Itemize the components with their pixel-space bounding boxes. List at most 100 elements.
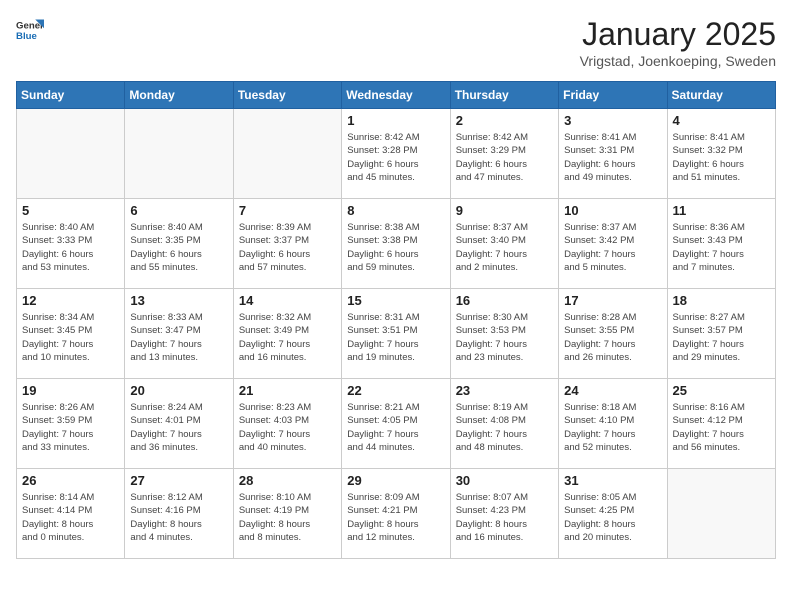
day-info: Sunrise: 8:42 AM Sunset: 3:28 PM Dayligh… [347,131,444,184]
day-number: 5 [22,203,119,218]
calendar-cell: 6 Sunrise: 8:40 AM Sunset: 3:35 PM Daylig… [125,199,233,289]
calendar-cell: 10Sunrise: 8:37 AM Sunset: 3:42 PM Dayli… [559,199,667,289]
day-number: 8 [347,203,444,218]
day-number: 19 [22,383,119,398]
day-number: 21 [239,383,336,398]
day-number: 28 [239,473,336,488]
calendar-cell [17,109,125,199]
weekday-header-saturday: Saturday [667,82,775,109]
calendar-cell: 14 Sunrise: 8:32 AM Sunset: 3:49 PM Dayli… [233,289,341,379]
day-info: Sunrise: 8:05 AM Sunset: 4:25 PM Dayligh… [564,491,661,544]
weekday-header-monday: Monday [125,82,233,109]
day-info: Sunrise: 8:34 AM Sunset: 3:45 PM Dayligh… [22,311,119,364]
day-number: 25 [673,383,770,398]
weekday-header-thursday: Thursday [450,82,558,109]
day-number: 9 [456,203,553,218]
day-number: 14 [239,293,336,308]
calendar-cell [667,469,775,559]
calendar-cell: 1 Sunrise: 8:42 AM Sunset: 3:28 PM Daylig… [342,109,450,199]
calendar-cell: 5Sunrise: 8:40 AM Sunset: 3:33 PM Daylig… [17,199,125,289]
day-number: 29 [347,473,444,488]
day-info: Sunrise: 8:28 AM Sunset: 3:55 PM Dayligh… [564,311,661,364]
day-number: 12 [22,293,119,308]
calendar-cell: 7Sunrise: 8:39 AM Sunset: 3:37 PM Daylig… [233,199,341,289]
week-row-2: 5Sunrise: 8:40 AM Sunset: 3:33 PM Daylig… [17,199,776,289]
day-number: 26 [22,473,119,488]
calendar-cell: 16Sunrise: 8:30 AM Sunset: 3:53 PM Dayli… [450,289,558,379]
day-info: Sunrise: 8:07 AM Sunset: 4:23 PM Dayligh… [456,491,553,544]
day-info: Sunrise: 8:16 AM Sunset: 4:12 PM Dayligh… [673,401,770,454]
calendar-cell: 4 Sunrise: 8:41 AM Sunset: 3:32 PM Daylig… [667,109,775,199]
calendar-cell: 2 Sunrise: 8:42 AM Sunset: 3:29 PM Daylig… [450,109,558,199]
calendar-table: SundayMondayTuesdayWednesdayThursdayFrid… [16,81,776,559]
calendar-cell: 23 Sunrise: 8:19 AM Sunset: 4:08 PM Dayli… [450,379,558,469]
calendar-cell: 11 Sunrise: 8:36 AM Sunset: 3:43 PM Dayli… [667,199,775,289]
day-number: 6 [130,203,227,218]
day-number: 15 [347,293,444,308]
page-header: General Blue January 2025 Vrigstad, Joen… [16,16,776,69]
week-row-3: 12 Sunrise: 8:34 AM Sunset: 3:45 PM Dayli… [17,289,776,379]
calendar-cell: 9 Sunrise: 8:37 AM Sunset: 3:40 PM Daylig… [450,199,558,289]
day-number: 10 [564,203,661,218]
day-info: Sunrise: 8:42 AM Sunset: 3:29 PM Dayligh… [456,131,553,184]
calendar-cell: 22 Sunrise: 8:21 AM Sunset: 4:05 PM Dayli… [342,379,450,469]
day-number: 24 [564,383,661,398]
day-info: Sunrise: 8:12 AM Sunset: 4:16 PM Dayligh… [130,491,227,544]
calendar-cell: 26Sunrise: 8:14 AM Sunset: 4:14 PM Dayli… [17,469,125,559]
day-info: Sunrise: 8:36 AM Sunset: 3:43 PM Dayligh… [673,221,770,274]
calendar-cell: 17 Sunrise: 8:28 AM Sunset: 3:55 PM Dayli… [559,289,667,379]
calendar-cell: 25 Sunrise: 8:16 AM Sunset: 4:12 PM Dayli… [667,379,775,469]
day-info: Sunrise: 8:40 AM Sunset: 3:35 PM Dayligh… [130,221,227,274]
day-number: 16 [456,293,553,308]
day-number: 31 [564,473,661,488]
day-number: 4 [673,113,770,128]
day-info: Sunrise: 8:09 AM Sunset: 4:21 PM Dayligh… [347,491,444,544]
week-row-1: 1 Sunrise: 8:42 AM Sunset: 3:28 PM Daylig… [17,109,776,199]
logo: General Blue [16,16,44,44]
day-number: 20 [130,383,227,398]
calendar-cell: 29 Sunrise: 8:09 AM Sunset: 4:21 PM Dayli… [342,469,450,559]
day-number: 7 [239,203,336,218]
day-info: Sunrise: 8:37 AM Sunset: 3:40 PM Dayligh… [456,221,553,274]
day-info: Sunrise: 8:24 AM Sunset: 4:01 PM Dayligh… [130,401,227,454]
calendar-cell: 19Sunrise: 8:26 AM Sunset: 3:59 PM Dayli… [17,379,125,469]
location-title: Vrigstad, Joenkoeping, Sweden [580,53,776,69]
weekday-header-row: SundayMondayTuesdayWednesdayThursdayFrid… [17,82,776,109]
day-number: 30 [456,473,553,488]
day-number: 2 [456,113,553,128]
weekday-header-friday: Friday [559,82,667,109]
calendar-cell: 12 Sunrise: 8:34 AM Sunset: 3:45 PM Dayli… [17,289,125,379]
calendar-cell: 31 Sunrise: 8:05 AM Sunset: 4:25 PM Dayli… [559,469,667,559]
week-row-4: 19Sunrise: 8:26 AM Sunset: 3:59 PM Dayli… [17,379,776,469]
calendar-cell: 18Sunrise: 8:27 AM Sunset: 3:57 PM Dayli… [667,289,775,379]
calendar-cell [125,109,233,199]
weekday-header-tuesday: Tuesday [233,82,341,109]
day-info: Sunrise: 8:41 AM Sunset: 3:32 PM Dayligh… [673,131,770,184]
month-title: January 2025 [580,16,776,53]
day-number: 13 [130,293,227,308]
day-number: 27 [130,473,227,488]
day-info: Sunrise: 8:19 AM Sunset: 4:08 PM Dayligh… [456,401,553,454]
day-info: Sunrise: 8:18 AM Sunset: 4:10 PM Dayligh… [564,401,661,454]
day-number: 11 [673,203,770,218]
day-number: 1 [347,113,444,128]
day-info: Sunrise: 8:33 AM Sunset: 3:47 PM Dayligh… [130,311,227,364]
day-info: Sunrise: 8:10 AM Sunset: 4:19 PM Dayligh… [239,491,336,544]
day-number: 3 [564,113,661,128]
weekday-header-sunday: Sunday [17,82,125,109]
day-info: Sunrise: 8:21 AM Sunset: 4:05 PM Dayligh… [347,401,444,454]
day-number: 17 [564,293,661,308]
day-info: Sunrise: 8:32 AM Sunset: 3:49 PM Dayligh… [239,311,336,364]
day-number: 22 [347,383,444,398]
calendar-cell: 8Sunrise: 8:38 AM Sunset: 3:38 PM Daylig… [342,199,450,289]
title-block: January 2025 Vrigstad, Joenkoeping, Swed… [580,16,776,69]
calendar-cell: 15 Sunrise: 8:31 AM Sunset: 3:51 PM Dayli… [342,289,450,379]
calendar-cell: 30 Sunrise: 8:07 AM Sunset: 4:23 PM Dayli… [450,469,558,559]
calendar-cell: 24 Sunrise: 8:18 AM Sunset: 4:10 PM Dayli… [559,379,667,469]
calendar-cell [233,109,341,199]
day-number: 23 [456,383,553,398]
calendar-cell: 28 Sunrise: 8:10 AM Sunset: 4:19 PM Dayli… [233,469,341,559]
day-number: 18 [673,293,770,308]
logo-icon: General Blue [16,16,44,44]
day-info: Sunrise: 8:31 AM Sunset: 3:51 PM Dayligh… [347,311,444,364]
